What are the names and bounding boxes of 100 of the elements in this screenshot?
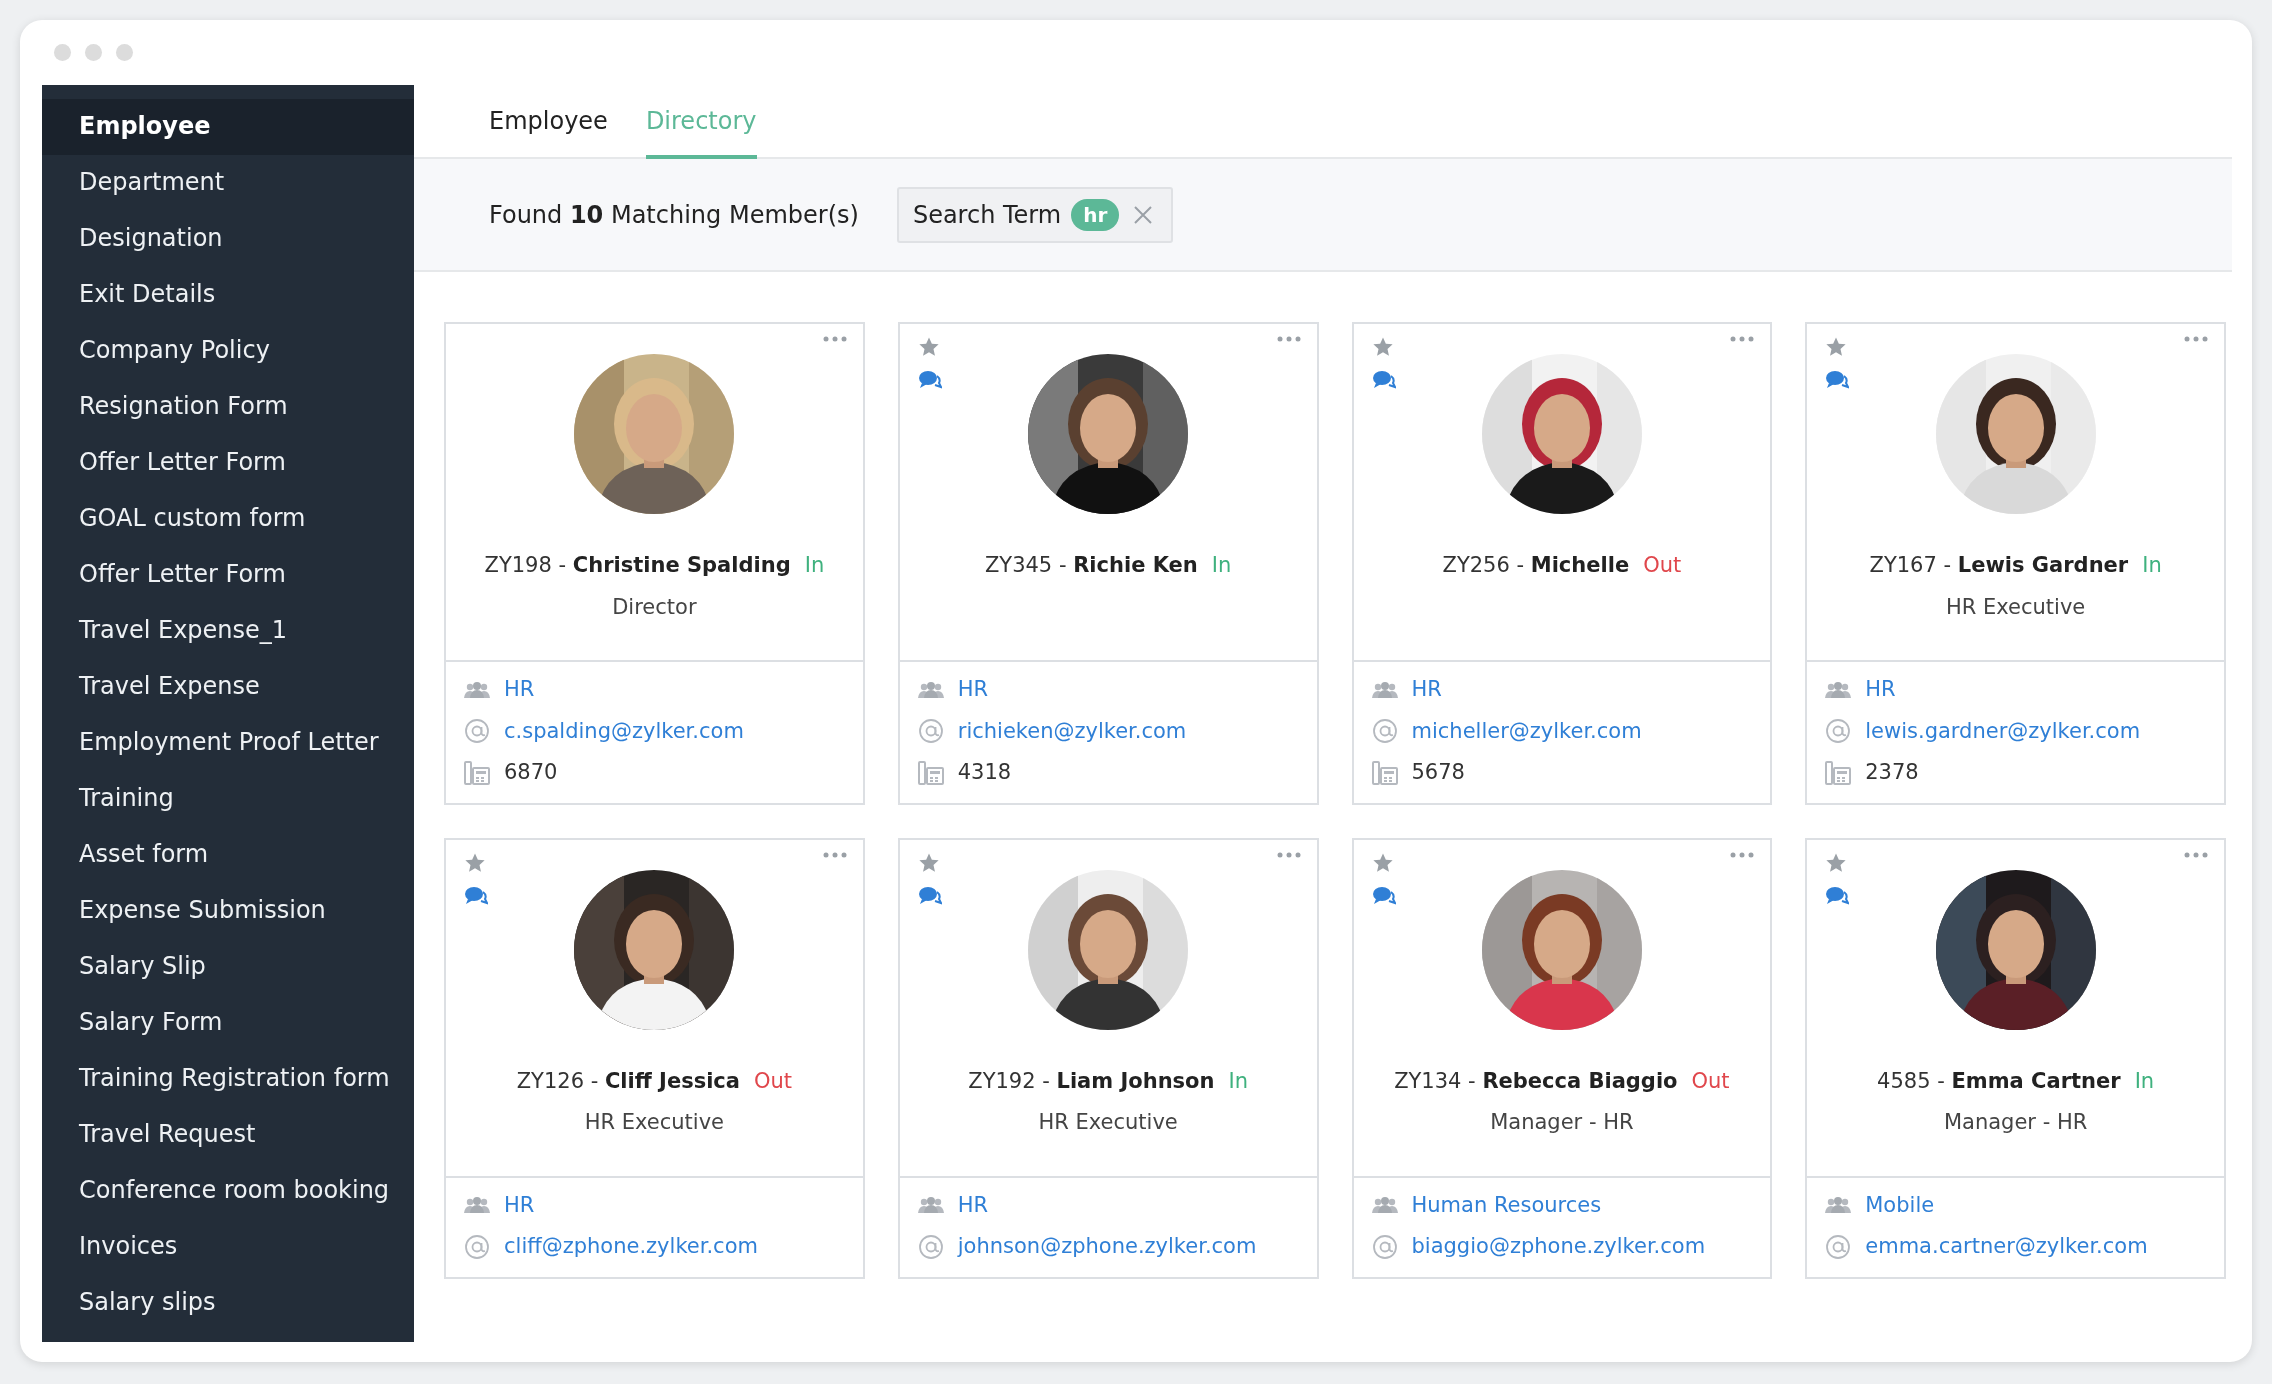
sidebar-item[interactable]: Salary Form [42,995,414,1051]
sidebar-item[interactable]: Invoices [42,1219,414,1275]
chat-button[interactable] [1371,370,1396,390]
more-button[interactable] [1276,851,1301,858]
at-sign-icon [1371,1233,1398,1260]
more-icon [1730,851,1755,858]
designation: Manager - HR [1490,1109,1634,1136]
sidebar-item[interactable]: Salary slips [42,1275,414,1331]
employee-id: ZY198 - [484,553,567,577]
email-link[interactable]: johnson@zphone.zylker.com [957,1231,1257,1263]
more-icon [822,336,847,342]
employee-name[interactable]: Liam Johnson [1056,1068,1215,1093]
email-link[interactable]: cliff@zphone.zylker.com [504,1231,758,1263]
sidebar-item[interactable]: Offer Letter Form [42,435,414,491]
sidebar-item[interactable]: Salary Slip [42,939,414,995]
group-icon [1825,1196,1852,1215]
window-control[interactable] [54,44,71,61]
department-link[interactable]: HR [957,1189,989,1221]
employee-name[interactable]: Emma Cartner [1951,1068,2121,1093]
email-link[interactable]: biaggio@zphone.zylker.com [1411,1231,1706,1263]
more-icon [1276,336,1301,342]
department-link[interactable]: HR [504,1189,535,1221]
sidebar-item[interactable]: Travel Expense_1 [42,603,414,659]
star-icon [1825,851,1848,874]
department-link[interactable]: Mobile [1865,1189,1935,1221]
sidebar-item[interactable]: Asset form [42,827,414,883]
results-summary: Found 10 Matching Member(s) [489,199,859,231]
star-icon [1371,851,1394,874]
chat-button[interactable] [917,370,942,390]
employee-name[interactable]: Christine Spalding [572,553,791,577]
sidebar-item[interactable]: Training Registration form [42,1051,414,1107]
sidebar-item[interactable]: Employment Proof Letter [42,715,414,771]
email-link[interactable]: c.spalding@zylker.com [504,715,744,747]
sidebar-item[interactable]: Travel Expense [42,659,414,715]
designation: Manager - HR [1943,1109,2088,1136]
more-button[interactable] [1730,336,1755,342]
designation: HR Executive [1945,593,2086,621]
department-link[interactable]: HR [504,674,535,706]
sidebar-item[interactable]: Conference room booking [42,1163,414,1219]
status-text: Out [1691,1068,1730,1093]
status-text: In [1211,553,1232,577]
window-control[interactable] [116,44,133,61]
extension-number: 6870 [504,759,558,786]
term-tag: hr [1071,198,1120,231]
sidebar-item[interactable]: GOAL custom form [42,491,414,547]
sidebar-item[interactable]: Employee [42,99,414,155]
status-text: Out [753,1068,793,1093]
group-icon [1371,680,1398,699]
sidebar-item[interactable]: Travel Request [42,1107,414,1163]
chat-button[interactable] [917,885,942,906]
status-text: In [804,553,825,577]
email-link[interactable]: lewis.gardner@zylker.com [1865,715,2141,747]
status-text: Out [1643,553,1682,577]
group-icon [464,1196,490,1215]
window-control[interactable] [85,44,102,61]
chat-button[interactable] [464,885,488,906]
employee-name[interactable]: Lewis Gardner [1957,553,2129,577]
chat-bubbles-icon [917,885,942,906]
sidebar-item[interactable]: Training [42,771,414,827]
at-sign-icon [1825,1233,1852,1260]
group-icon [464,680,490,699]
department-link[interactable]: HR [1411,674,1442,706]
email-link[interactable]: micheller@zylker.com [1411,715,1642,747]
more-button[interactable] [822,851,847,858]
chat-button[interactable] [1825,370,1850,390]
employee-name[interactable]: Richie Ken [1073,553,1198,577]
tab[interactable]: Employee [489,85,608,159]
sidebar-item[interactable]: Company Policy [42,323,414,379]
sidebar-item[interactable]: Offer Letter Form [42,547,414,603]
chat-button[interactable] [1371,885,1396,906]
star-icon [464,851,486,874]
department-link[interactable]: Human Resources [1411,1189,1602,1221]
chat-bubbles-icon [1825,885,1850,906]
more-button[interactable] [1276,336,1301,342]
at-sign-icon [917,1233,944,1260]
desk-phone-icon [1825,759,1852,786]
chat-button[interactable] [1825,885,1850,906]
extension-number: 5678 [1411,759,1465,786]
sidebar-item[interactable]: Exit Details [42,267,414,323]
sidebar-item[interactable]: Designation [42,211,414,267]
chat-bubbles-icon [917,370,942,390]
at-sign-icon [464,718,490,745]
more-button[interactable] [1730,851,1755,858]
employee-name[interactable]: Rebecca Biaggio [1482,1068,1678,1093]
more-button[interactable] [2184,851,2208,858]
desk-phone-icon [464,759,490,786]
employee-id: ZY256 - [1442,553,1525,577]
employee-name[interactable]: Michelle [1530,553,1630,577]
department-link[interactable]: HR [957,674,989,706]
department-link[interactable]: HR [1865,674,1896,706]
email-link[interactable]: emma.cartner@zylker.com [1865,1231,2148,1263]
star-icon [917,851,940,874]
sidebar-item[interactable]: Department [42,155,414,211]
email-link[interactable]: richieken@zylker.com [957,715,1187,747]
employee-name[interactable]: Cliff Jessica [604,1068,740,1093]
more-button[interactable] [2184,336,2208,342]
sidebar-item[interactable]: Resignation Form [42,379,414,435]
extension-number: 2378 [1865,759,1919,786]
more-button[interactable] [822,336,847,342]
sidebar-item[interactable]: Expense Submission [42,883,414,939]
